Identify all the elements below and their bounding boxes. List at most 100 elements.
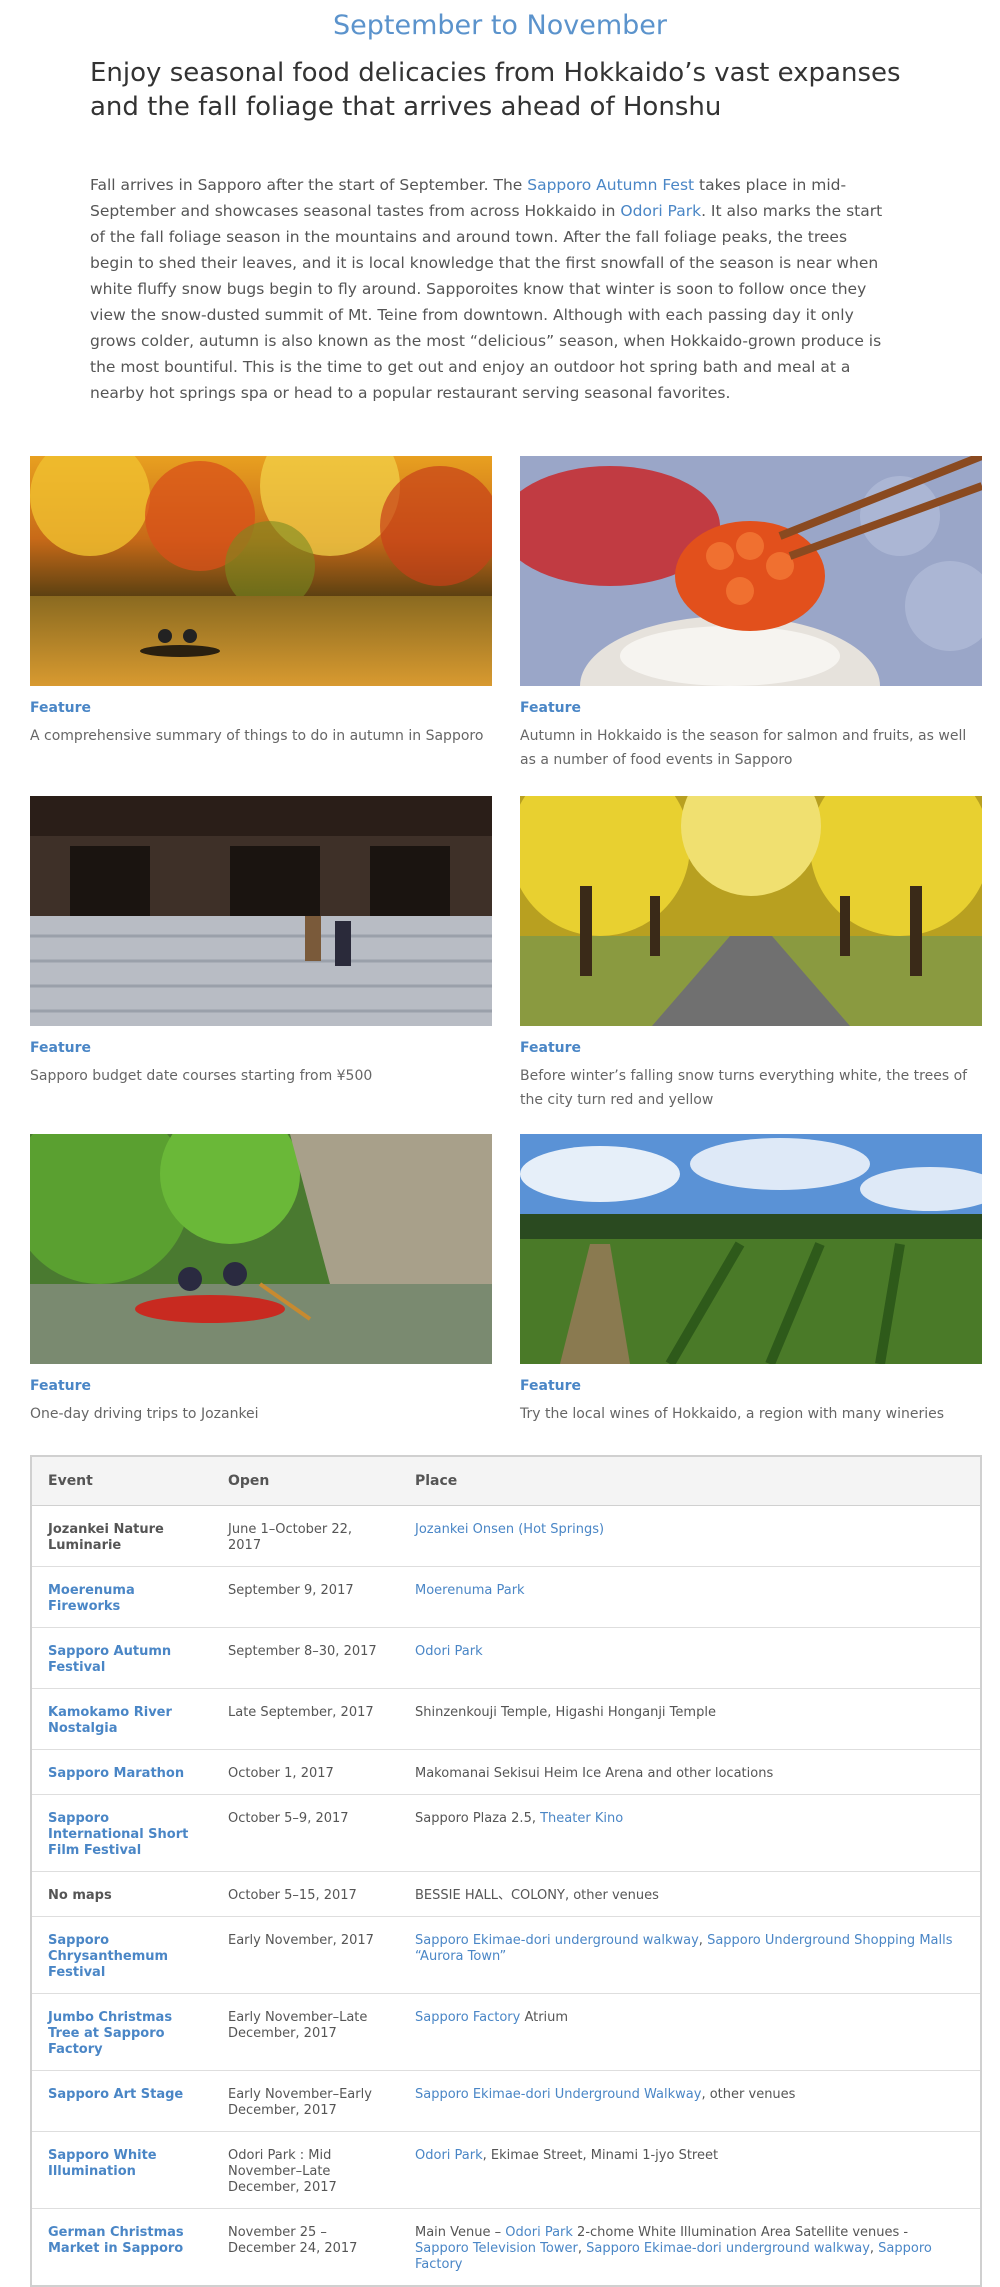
odori-park-link[interactable]: Odori Park [620,202,701,220]
column-header-place: Place [399,1457,980,1506]
place-text: Shinzenkouji Temple, Higashi Honganji Te… [415,1704,716,1720]
feature-description: Before winter’s falling snow turns every… [520,1068,968,1108]
feature-tag[interactable]: Feature [30,1040,492,1056]
events-table: Event Open Place Jozankei Nature Luminar… [32,1457,980,2285]
event-place-cell: Odori Park, Ekimae Street, Minami 1-jyo … [399,2130,980,2208]
event-open-cell: Late September, 2017 [212,1687,399,1749]
column-header-event: Event [32,1457,212,1506]
table-row: Sapporo Autumn Festival September 8–30, 2… [32,1626,980,1688]
feature-tag[interactable]: Feature [520,700,982,716]
event-open-cell: October 5–15, 2017 [212,1870,399,1916]
event-name-cell[interactable]: Sapporo Marathon [32,1748,212,1794]
place-text: , Ekimae Street, Minami 1-jyo Street [482,2147,719,2163]
table-row: Sapporo Art Stage Early November–Early De… [32,2069,980,2131]
place-link[interactable]: Sapporo Television Tower [415,2241,578,2256]
event-place-cell: Sapporo Ekimae-dori Underground Walkway,… [399,2069,980,2131]
table-row: Sapporo Marathon October 1, 2017 Makomanai… [32,1748,980,1794]
event-place-cell: Odori Park [399,1626,980,1688]
feature-photo-ginkgo-avenue[interactable] [520,796,982,1026]
intro-text-1: Fall arrives in Sapporo after the start … [90,176,528,194]
event-open-cell: September 9, 2017 [212,1565,399,1627]
table-row: Moerenuma Fireworks September 9, 2017 Moer… [32,1565,980,1627]
event-open-cell: September 8–30, 2017 [212,1626,399,1688]
feature-card-autumn-trees[interactable]: Feature Before winter’s falling snow tur… [520,796,982,1112]
place-text: , other venues [701,2086,796,2102]
event-name-cell[interactable]: Sapporo Autumn Festival [32,1626,212,1688]
event-name-cell: No maps [32,1870,212,1916]
table-row: Sapporo International Short Film Festiva… [32,1793,980,1871]
feature-photo-jozankei-canoe[interactable] [30,1134,492,1364]
place-link[interactable]: Jozankei Onsen (Hot Springs) [415,1522,604,1537]
event-name-cell[interactable]: German Christmas Market in Sapporo [32,2207,212,2285]
event-open-cell: October 1, 2017 [212,1748,399,1794]
feature-description: Sapporo budget date courses starting fro… [30,1068,373,1084]
event-name-cell[interactable]: Kamokamo River Nostalgia [32,1687,212,1749]
event-name-cell[interactable]: Moerenuma Fireworks [32,1565,212,1627]
place-link[interactable]: Odori Park [505,2225,573,2240]
feature-card-local-wines[interactable]: Feature Try the local wines of Hokkaido,… [520,1134,982,1426]
event-place-cell: Shinzenkouji Temple, Higashi Honganji Te… [399,1687,980,1749]
event-place-cell: Sapporo Plaza 2.5, Theater Kino [399,1793,980,1871]
feature-card-jozankei-trips[interactable]: Feature One-day driving trips to Jozanke… [30,1134,492,1426]
feature-tag[interactable]: Feature [30,700,492,716]
feature-photo-autumn-canoe[interactable] [30,456,492,686]
event-name-cell[interactable]: Sapporo Chrysanthemum Festival [32,1915,212,1993]
table-row: German Christmas Market in Sapporo Novemb… [32,2207,980,2285]
feature-description: One-day driving trips to Jozankei [30,1406,259,1422]
intro-paragraph: Fall arrives in Sapporo after the start … [90,172,890,406]
place-text: 2-chome White Illumination Area Satellit… [572,2224,909,2240]
feature-card-date-courses[interactable]: Feature Sapporo budget date courses star… [30,796,492,1088]
event-name-cell[interactable]: Sapporo International Short Film Festiva… [32,1793,212,1871]
table-row: No maps October 5–15, 2017 BESSIE HALL、COL… [32,1870,980,1916]
table-row: Sapporo White Illumination Odori Park : M… [32,2130,980,2208]
event-place-cell: Jozankei Onsen (Hot Springs) [399,1504,980,1566]
place-text: , [869,2240,879,2256]
place-text: , [577,2240,587,2256]
event-place-cell: Sapporo Ekimae-dori underground walkway,… [399,1915,980,1993]
event-open-cell: Odori Park : Mid November–Late December,… [212,2130,399,2208]
place-text: , [698,1932,708,1948]
column-header-open: Open [212,1457,399,1506]
feature-photo-vineyard[interactable] [520,1134,982,1364]
feature-grid: Feature A comprehensive summary of thing… [0,456,1000,1456]
table-row: Kamokamo River Nostalgia Late September, … [32,1687,980,1749]
place-text: Main Venue – [415,2224,506,2240]
event-open-cell: June 1–October 22, 2017 [212,1504,399,1566]
intro-text-3: . It also marks the start of the fall fo… [90,202,883,402]
place-link[interactable]: Odori Park [415,1644,483,1659]
feature-card-autumn-summary[interactable]: Feature A comprehensive summary of thing… [30,456,492,748]
event-name-cell[interactable]: Sapporo White Illumination [32,2130,212,2208]
event-open-cell: October 5–9, 2017 [212,1793,399,1871]
place-link[interactable]: Sapporo Factory [415,2010,520,2025]
feature-card-autumn-food[interactable]: Feature Autumn in Hokkaido is the season… [520,456,982,772]
place-link[interactable]: Sapporo Ekimae-dori underground walkway [586,2241,870,2256]
feature-photo-salmon-roe[interactable] [520,456,982,686]
feature-photo-shrine-steps[interactable] [30,796,492,1026]
event-place-cell: Makomanai Sekisui Heim Ice Arena and oth… [399,1748,980,1794]
place-link[interactable]: Moerenuma Park [415,1583,525,1598]
place-link[interactable]: Sapporo Ekimae-dori Underground Walkway [415,2087,701,2102]
event-name-cell[interactable]: Sapporo Art Stage [32,2069,212,2131]
sapporo-autumn-fest-link[interactable]: Sapporo Autumn Fest [527,176,694,194]
feature-tag[interactable]: Feature [30,1378,492,1394]
events-table-header: Event Open Place [32,1457,980,1506]
feature-description: Try the local wines of Hokkaido, a regio… [520,1406,944,1422]
event-place-cell: Sapporo Factory Atrium [399,1992,980,2070]
place-text: Makomanai Sekisui Heim Ice Arena and oth… [415,1765,774,1781]
place-text: BESSIE HALL、COLONY, other venues [415,1887,659,1903]
feature-tag[interactable]: Feature [520,1040,982,1056]
place-link[interactable]: Sapporo Ekimae-dori underground walkway [415,1933,699,1948]
event-name-cell: Jozankei Nature Luminarie [32,1504,212,1566]
place-link[interactable]: Theater Kino [540,1811,623,1826]
table-row: Jozankei Nature Luminarie June 1–October … [32,1504,980,1566]
place-link[interactable]: Odori Park [415,2148,483,2163]
table-row: Sapporo Chrysanthemum Festival Early Nove… [32,1915,980,1993]
event-name-cell[interactable]: Jumbo Christmas Tree at Sapporo Factory [32,1992,212,2070]
event-place-cell: Moerenuma Park [399,1565,980,1627]
events-table-container: Event Open Place Jozankei Nature Luminar… [30,1455,982,2287]
table-row: Jumbo Christmas Tree at Sapporo Factory E… [32,1992,980,2070]
feature-description: Autumn in Hokkaido is the season for sal… [520,728,967,768]
event-open-cell: November 25 – December 24, 2017 [212,2207,399,2285]
event-open-cell: Early November–Late December, 2017 [212,1992,399,2070]
feature-tag[interactable]: Feature [520,1378,982,1394]
